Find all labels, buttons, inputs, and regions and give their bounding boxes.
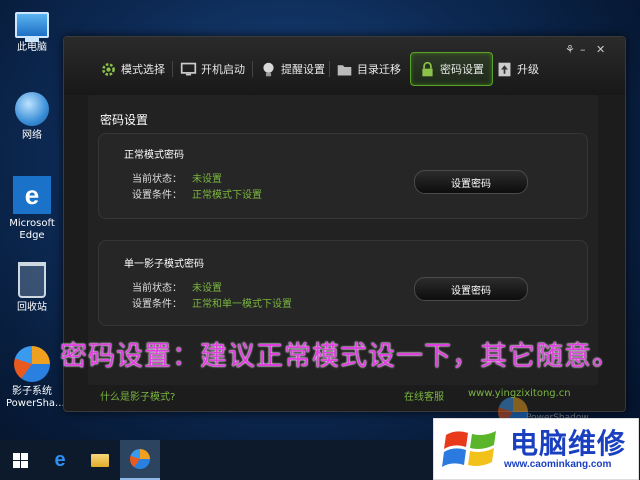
recycle-bin-icon <box>18 262 46 298</box>
tab-upgrade[interactable]: 升级 <box>496 53 539 85</box>
site-watermark: 电脑维修 www.caominkang.com <box>433 418 639 480</box>
edge-icon: e <box>13 176 51 214</box>
status-value: 未设置 <box>192 174 222 185</box>
tab-label: 密码设置 <box>440 63 484 76</box>
tab-reminder-settings[interactable]: 提醒设置 <box>260 53 325 85</box>
network-globe-icon <box>15 92 49 126</box>
desktop-icon-label: 回收站 <box>17 302 47 313</box>
folder-icon <box>91 453 109 467</box>
tab-label: 提醒设置 <box>281 63 325 76</box>
powershadow-icon <box>14 346 50 382</box>
tab-label: 目录迁移 <box>357 63 401 76</box>
desktop-icon-label: 此电脑 <box>17 42 47 53</box>
watermark-title: 电脑维修 <box>510 427 627 460</box>
upgrade-icon <box>498 62 511 76</box>
desktop-icon-label: 影子系统 PowerSha... <box>6 386 65 409</box>
tab-divider <box>172 61 173 77</box>
tab-divider <box>329 61 330 77</box>
status-value: 未设置 <box>192 283 222 294</box>
tab-label: 开机启动 <box>201 63 245 76</box>
desktop-icon-recycle-bin[interactable]: 回收站 <box>6 262 58 314</box>
edge-icon: e <box>54 448 66 471</box>
taskbar-powershadow[interactable] <box>120 440 160 480</box>
monitor-icon <box>180 62 197 75</box>
condition-row: 设置条件： 正常和单一模式下设置 <box>132 295 292 310</box>
condition-row: 设置条件： 正常模式下设置 <box>132 186 262 201</box>
tab-directory-migration[interactable]: 目录迁移 <box>336 53 401 85</box>
tab-boot-startup[interactable]: 开机启动 <box>180 53 245 85</box>
start-button[interactable] <box>0 440 40 480</box>
tab-password-settings[interactable]: 密码设置 <box>410 52 493 86</box>
what-is-shadow-mode-link[interactable]: 什么是影子模式? <box>100 388 175 403</box>
status-label: 当前状态： <box>132 174 182 185</box>
condition-label: 设置条件： <box>132 299 182 310</box>
desktop-icon-label: 网络 <box>22 130 42 141</box>
taskbar-file-explorer[interactable] <box>80 440 120 480</box>
normal-mode-password-panel: 正常模式密码 当前状态： 未设置 设置条件： 正常模式下设置 设置密码 <box>98 133 588 219</box>
gear-icon <box>102 62 115 76</box>
overlay-caption: 密码设置：建议正常模式设一下，其它随意。 <box>60 341 620 372</box>
status-row: 当前状态： 未设置 <box>132 279 222 294</box>
folder-icon <box>337 64 352 75</box>
desktop-icon-this-pc[interactable]: 此电脑 <box>6 6 58 54</box>
lock-icon <box>422 61 433 76</box>
windows-logo-icon <box>12 452 28 468</box>
condition-label: 设置条件： <box>132 190 182 201</box>
section-title: 密码设置 <box>100 113 149 127</box>
tab-mode-select[interactable]: 模式选择 <box>100 53 165 85</box>
desktop-icon-network[interactable]: 网络 <box>6 92 58 142</box>
tab-label: 升级 <box>517 63 539 76</box>
website-link[interactable]: www.yingzixitong.cn <box>468 388 571 399</box>
status-label: 当前状态： <box>132 283 182 294</box>
condition-value: 正常和单一模式下设置 <box>192 299 292 310</box>
tab-label: 模式选择 <box>121 63 165 76</box>
desktop-icon-label: Microsoft Edge <box>9 218 55 241</box>
panel-title: 正常模式密码 <box>124 150 184 161</box>
status-row: 当前状态： 未设置 <box>132 170 222 185</box>
tab-divider <box>252 61 253 77</box>
online-support-link[interactable]: 在线客服 <box>404 388 444 403</box>
panel-title: 单一影子模式密码 <box>124 259 204 270</box>
desktop-icon-edge[interactable]: e Microsoft Edge <box>6 176 58 242</box>
taskbar-edge[interactable]: e <box>40 440 80 480</box>
single-shadow-password-panel: 单一影子模式密码 当前状态： 未设置 设置条件： 正常和单一模式下设置 设置密码 <box>98 240 588 326</box>
minimize-button[interactable]: – <box>580 43 586 56</box>
set-password-button[interactable]: 设置密码 <box>414 277 528 301</box>
close-button[interactable]: ✕ <box>596 43 605 56</box>
computer-icon <box>15 12 49 42</box>
desktop-icon-powershadow[interactable]: 影子系统 PowerSha... <box>6 346 65 410</box>
windows-flag-logo-icon <box>442 431 496 467</box>
watermark-url: www.caominkang.com <box>504 459 612 470</box>
lightbulb-icon <box>263 62 274 76</box>
condition-value: 正常模式下设置 <box>192 190 262 201</box>
powershadow-icon <box>130 449 150 469</box>
set-password-button[interactable]: 设置密码 <box>414 170 528 194</box>
tab-bar: ⚘ – ✕ 模式选择 开机启动 提醒设置 目录迁移 密码设置 升级 <box>64 37 625 95</box>
mode-toggle-icon[interactable]: ⚘ <box>565 43 575 56</box>
